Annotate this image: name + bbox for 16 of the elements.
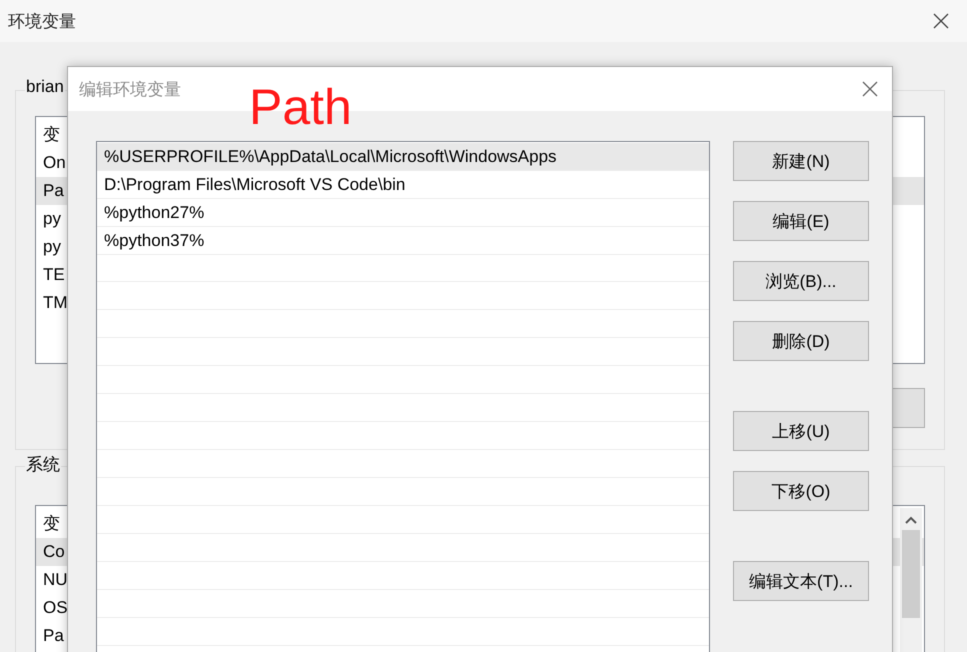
dialog-button[interactable]: 上移(U) — [733, 411, 869, 451]
annotation-label: Path — [249, 78, 352, 137]
path-entry[interactable]: %USERPROFILE%\AppData\Local\Microsoft\WindowsApps — [97, 143, 709, 171]
dialog-button[interactable]: 下移(O) — [733, 471, 869, 511]
dialog-button[interactable]: 新建(N) — [733, 141, 869, 181]
dialog-title: 编辑环境变量 — [79, 78, 181, 100]
dialog-button[interactable]: 删除(D) — [733, 321, 869, 361]
dialog-button[interactable]: 编辑(E) — [733, 201, 869, 241]
window-title: 环境变量 — [8, 10, 76, 32]
dialog-button[interactable]: 浏览(B)... — [733, 261, 869, 301]
close-icon[interactable] — [933, 13, 949, 29]
scrollbar-thumb[interactable] — [902, 530, 920, 618]
close-icon[interactable] — [862, 81, 878, 97]
dialog-button[interactable]: 编辑文本(T)... — [733, 561, 869, 601]
scrollbar[interactable] — [900, 508, 922, 652]
path-list[interactable]: %USERPROFILE%\AppData\Local\Microsoft\WindowsApps D:\Program Files\Microsoft VS Code\bin %python27% %python37% — [96, 141, 710, 652]
